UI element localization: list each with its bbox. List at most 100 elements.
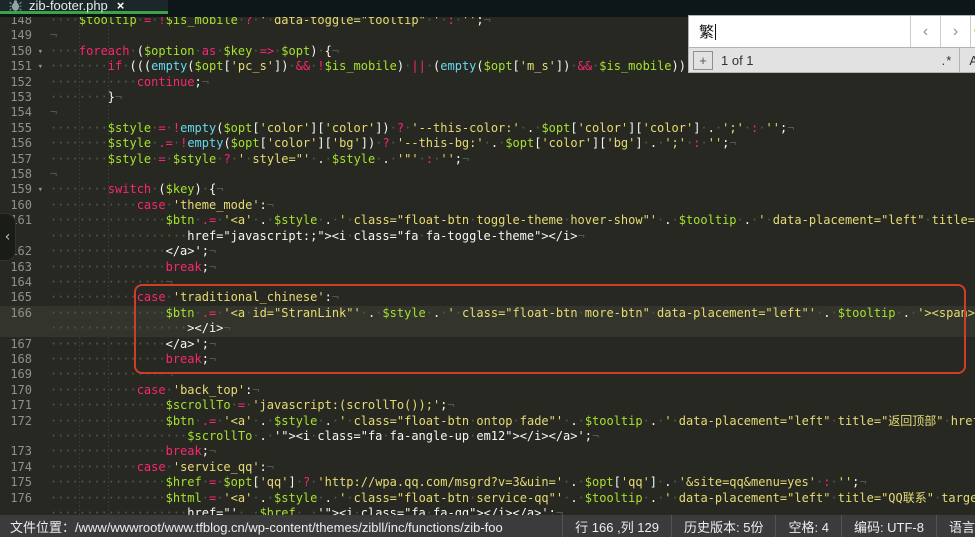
gutter-line-number[interactable]	[0, 429, 44, 444]
gutter-line-number[interactable]: 153	[0, 90, 44, 105]
search-input[interactable]: 繁	[689, 16, 910, 47]
code-line-text[interactable]: ········$style·=·!empty($opt['color']['c…	[44, 121, 794, 136]
code-line-text[interactable]: ················$html·=·'<a'·.·$style·.·…	[44, 491, 975, 506]
case-toggle[interactable]: A	[960, 53, 975, 68]
code-row-155: 155········$style·=·!empty($opt['color']…	[0, 121, 975, 136]
gutter-line-number[interactable]: 168	[0, 352, 44, 367]
gutter-line-number[interactable]: 174	[0, 460, 44, 475]
code-line-text[interactable]: ···················href="javascript:;"><…	[44, 229, 585, 244]
code-row-156: 156········$style·.=·!empty($opt['color'…	[0, 136, 975, 151]
code-row-175: 175················$href·=·$opt['qq']·?·…	[0, 475, 975, 490]
code-row-172: 172················$btn·.=·'<a'·.·$style…	[0, 414, 975, 429]
code-row-174: 174············case·'service_qq':¬	[0, 460, 975, 475]
fold-arrow-icon[interactable]: ▾	[38, 183, 43, 198]
gutter-line-number[interactable]: 167	[0, 337, 44, 352]
code-row-161: 161················$btn·.=·'<a'·.·$style…	[0, 213, 975, 228]
close-icon[interactable]: ×	[117, 0, 125, 13]
gutter-line-number[interactable]: 158	[0, 167, 44, 182]
gutter-line-number[interactable]: 166	[0, 306, 44, 321]
gutter-line-number[interactable]: 156	[0, 136, 44, 151]
gutter-line-number[interactable]: 170	[0, 383, 44, 398]
code-editor: 148····$tooltip·=·!$is_mobile·?·'·data-t…	[0, 13, 975, 521]
code-line-text[interactable]: ················break;¬	[44, 444, 216, 459]
gutter-line-number[interactable]: 169	[0, 367, 44, 382]
code-line-text[interactable]: ········switch·($key)·{¬	[44, 182, 223, 197]
code-line-text[interactable]: ········}¬	[44, 90, 122, 105]
code-row-176: 176················$html·=·'<a'·.·$style…	[0, 491, 975, 506]
find-input-row: 繁 ‹ › ↪	[688, 15, 975, 48]
find-panel: 繁 ‹ › ↪ + 1 of 1 .* A	[688, 15, 975, 73]
highlight-annotation-box	[134, 284, 966, 374]
gutter-line-number[interactable]: 149	[0, 28, 44, 43]
file-type-icon	[9, 0, 22, 12]
find-options-row: + 1 of 1 .* A	[688, 48, 975, 73]
code-line-text[interactable]: ····foreach·($option·as·$key·=>·$opt)·{¬	[44, 44, 339, 59]
gutter-line-number[interactable]: 154	[0, 105, 44, 120]
match-count: 1 of 1	[721, 53, 935, 68]
code-row-wrap: ···················$scrollTo·.·'"><i·cla…	[0, 429, 975, 444]
code-line-text[interactable]: ¬	[44, 105, 57, 120]
code-row-163: 163················break;¬	[0, 260, 975, 275]
text-caret	[715, 24, 716, 40]
search-query-text: 繁	[699, 21, 714, 42]
code-line-text[interactable]: ········if·(((empty($opt['pc_s'])·&&·!$i…	[44, 59, 773, 74]
code-line-text[interactable]: ················$btn·.=·'<a'·.·$style·.·…	[44, 213, 975, 228]
gutter-line-number[interactable]: 164	[0, 275, 44, 290]
gutter-line-number[interactable]: 163	[0, 260, 44, 275]
fold-arrow-icon[interactable]: ▾	[38, 45, 43, 60]
code-line-text[interactable]: ················$btn·.=·'<a'·.·$style·.·…	[44, 414, 975, 429]
file-location: 文件位置：/www/wwwroot/www.tfblog.cn/wp-conte…	[0, 517, 562, 536]
code-line-text[interactable]: ················</a>';¬	[44, 244, 216, 259]
code-line-text[interactable]: ················$scrollTo·=·'javascript:…	[44, 398, 455, 413]
chevron-left-icon: ‹	[5, 229, 11, 245]
gutter-line-number[interactable]: 171	[0, 398, 44, 413]
expand-search-button[interactable]: +	[693, 51, 713, 70]
status-bar: 文件位置：/www/wwwroot/www.tfblog.cn/wp-conte…	[0, 515, 975, 537]
code-line-text[interactable]: ················break;¬	[44, 260, 216, 275]
tab-zib-footer[interactable]: zib-footer.php ×	[0, 0, 168, 14]
gutter-line-number[interactable]: 173	[0, 444, 44, 459]
code-row-170: 170············case·'back_top':¬	[0, 383, 975, 398]
code-line-text[interactable]: ················$href·=·$opt['qq']·?·'ht…	[44, 475, 867, 490]
gutter-line-number[interactable]: 152	[0, 75, 44, 90]
code-line-text[interactable]: ············case·'service_qq':¬	[44, 460, 274, 475]
code-editor-window: 148····$tooltip·=·!$is_mobile·?·'·data-t…	[0, 0, 975, 537]
regex-toggle[interactable]: .*	[935, 53, 960, 68]
history-versions: 历史版本: 5份	[671, 515, 775, 537]
code-row-159: 159▾········switch·($key)·{¬	[0, 182, 975, 197]
highlight-all-icon[interactable]: ↪	[970, 16, 975, 47]
gutter-line-number[interactable]: 150▾	[0, 44, 44, 59]
code-line-text[interactable]: ············case·'theme_mode':¬	[44, 198, 274, 213]
gutter-line-number[interactable]: 176	[0, 491, 44, 506]
fold-arrow-icon[interactable]: ▾	[38, 60, 43, 75]
gutter-line-number[interactable]: 160	[0, 198, 44, 213]
code-row-171: 171················$scrollTo·=·'javascri…	[0, 398, 975, 413]
code-line-text[interactable]: ········$style·=·$style·?·'·style="'·.·$…	[44, 152, 469, 167]
code-line-text[interactable]: ¬	[44, 28, 57, 43]
code-line-text[interactable]: ············continue;¬	[44, 75, 209, 90]
code-row-wrap: ···················href="javascript:;"><…	[0, 229, 975, 244]
sidebar-collapse-handle[interactable]: ‹	[0, 213, 16, 261]
tab-title: zib-footer.php	[29, 0, 108, 13]
encoding: 编码: UTF-8	[841, 515, 936, 537]
gutter-line-number[interactable]: 172	[0, 414, 44, 429]
code-row-173: 173················break;¬	[0, 444, 975, 459]
gutter-line-number[interactable]: 155	[0, 121, 44, 136]
find-next-button[interactable]: ›	[940, 16, 970, 47]
language: 语言	[936, 515, 975, 537]
gutter-line-number[interactable]: 165	[0, 290, 44, 305]
gutter-line-number[interactable]: 151▾	[0, 59, 44, 74]
code-row-162: 162················</a>';¬	[0, 244, 975, 259]
gutter-line-number[interactable]	[0, 321, 44, 336]
gutter-line-number[interactable]: 159▾	[0, 182, 44, 197]
gutter-line-number[interactable]: 175	[0, 475, 44, 490]
find-prev-button[interactable]: ‹	[910, 16, 940, 47]
code-line-text[interactable]: ········$style·.=·!empty($opt['color']['…	[44, 136, 737, 151]
code-line-text[interactable]: ···················$scrollTo·.·'"><i·cla…	[44, 429, 599, 444]
gutter-line-number[interactable]: 157	[0, 152, 44, 167]
code-line-text[interactable]: ············case·'back_top':¬	[44, 383, 260, 398]
code-line-text[interactable]: ¬	[44, 167, 57, 182]
code-row-160: 160············case·'theme_mode':¬	[0, 198, 975, 213]
code-row-157: 157········$style·=·$style·?·'·style="'·…	[0, 152, 975, 167]
indent-spaces: 空格: 4	[775, 515, 840, 537]
